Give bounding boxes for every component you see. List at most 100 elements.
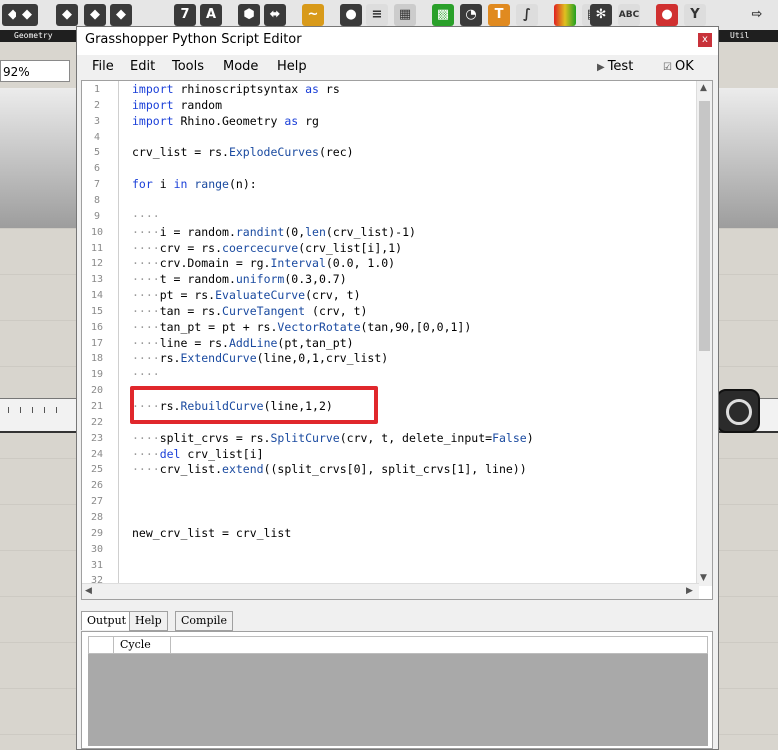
line-number: 22 [90, 416, 104, 428]
menu-edit[interactable]: Edit [130, 59, 155, 74]
check-icon: ☑ [663, 62, 672, 73]
menu-help[interactable]: Help [277, 59, 307, 74]
test-button[interactable]: ▶ Test [597, 59, 633, 74]
component-icon[interactable]: ● [656, 4, 678, 26]
menu-tools[interactable]: Tools [172, 59, 204, 74]
tab-help[interactable]: Help [129, 611, 168, 631]
line-number: 31 [90, 559, 104, 571]
line-number: 3 [93, 115, 101, 127]
arrow-right-icon[interactable]: ⇨ [746, 4, 768, 26]
code-line[interactable]: crv_list = rs.ExplodeCurves(rec) [132, 145, 354, 159]
vertical-scrollbar[interactable]: ▲ ▼ [696, 81, 712, 586]
tab-output[interactable]: Output [81, 611, 133, 630]
clock-icon[interactable]: ◔ [460, 4, 482, 26]
line-number: 23 [90, 432, 104, 444]
line-number: 12 [90, 258, 104, 270]
graph-icon[interactable]: ~ [302, 4, 324, 26]
filter-icon[interactable]: Y [684, 4, 706, 26]
code-line[interactable]: ····crv = rs.coercecurve(crv_list[i],1) [132, 241, 402, 255]
component-icon[interactable]: ✻ [590, 4, 612, 26]
code-line[interactable]: ····tan_pt = pt + rs.VectorRotate(tan,90… [132, 320, 471, 334]
component-icon[interactable]: ◆ [84, 4, 106, 26]
tab-util[interactable]: Util [730, 30, 749, 42]
line-number: 28 [90, 511, 104, 523]
code-line[interactable]: import rhinoscriptsyntax as rs [132, 82, 340, 96]
code-line[interactable]: ····i = random.randint(0,len(crv_list)-1… [132, 225, 416, 239]
zoom-level[interactable]: 92% [0, 60, 70, 82]
component-icon[interactable]: 7 [174, 4, 196, 26]
test-label: Test [607, 59, 634, 74]
line-number: 25 [90, 464, 104, 476]
text-tag-icon[interactable]: ABC [618, 4, 640, 26]
menu-bar: File Edit Tools Mode Help ▶ Test ☑ OK [77, 55, 718, 79]
code-editor[interactable]: 1 2 3 4 5 6 7 8 9 10 11 12 13 14 15 16 17 18 19 20 21 22 23 24 2… [81, 80, 713, 600]
code-line[interactable]: ····rs.ExtendCurve(line,0,1,crv_list) [132, 351, 388, 365]
code-line[interactable]: ···· [132, 367, 160, 381]
output-table-header: Cycle [88, 636, 708, 654]
scroll-left-icon[interactable]: ◀ [85, 586, 92, 596]
code-line[interactable]: ····line = rs.AddLine(pt,tan_pt) [132, 336, 354, 350]
code-line[interactable]: new_crv_list = crv_list [132, 526, 291, 540]
line-number: 18 [90, 353, 104, 365]
component-icon[interactable]: ◆ [56, 4, 78, 26]
close-button[interactable]: x [698, 33, 712, 47]
component-icon[interactable]: A [200, 4, 222, 26]
output-tabs: Output Help Compile [81, 611, 713, 631]
horizontal-scrollbar[interactable]: ◀ ▶ [82, 583, 699, 599]
component-icon[interactable]: ⬢ [238, 4, 260, 26]
code-line[interactable]: ····split_crvs = rs.SplitCurve(crv, t, d… [132, 431, 534, 445]
scroll-down-icon[interactable]: ▼ [700, 573, 707, 583]
code-line[interactable]: ····crv_list.extend((split_crvs[0], spli… [132, 462, 527, 476]
cycle-column-header[interactable]: Cycle [113, 637, 171, 653]
line-number: 29 [90, 527, 104, 539]
line-number: 24 [90, 448, 104, 460]
ok-label: OK [674, 59, 694, 74]
line-number: 10 [90, 226, 104, 238]
code-line[interactable]: ····tan = rs.CurveTangent (crv, t) [132, 304, 367, 318]
line-number: 27 [90, 496, 104, 508]
output-body [88, 654, 708, 746]
component-icon[interactable]: T [488, 4, 510, 26]
line-number-gutter: 1 2 3 4 5 6 7 8 9 10 11 12 13 14 15 16 17 18 19 20 21 22 23 24 2… [82, 81, 119, 599]
component-icon[interactable]: ⬌ [264, 4, 286, 26]
line-number: 9 [93, 210, 101, 222]
line-number: 21 [90, 401, 104, 412]
component-icon[interactable]: ◆ [110, 4, 132, 26]
component-icon[interactable]: ▦ [394, 4, 416, 26]
code-line[interactable]: ····del crv_list[i] [132, 447, 264, 461]
tab-compile[interactable]: Compile [175, 611, 234, 631]
code-line[interactable]: for i in range(n): [132, 177, 257, 191]
line-number: 30 [90, 543, 104, 555]
menu-mode[interactable]: Mode [223, 59, 258, 74]
line-number: 16 [90, 321, 104, 333]
component-icon[interactable]: ● [340, 4, 362, 26]
line-number: 14 [90, 290, 104, 302]
code-line[interactable]: ····t = random.uniform(0.3,0.7) [132, 272, 347, 286]
line-number: 2 [93, 99, 101, 111]
line-number: 1 [93, 84, 101, 95]
scroll-right-icon[interactable]: ▶ [686, 586, 693, 596]
tab-geometry[interactable]: Geometry [14, 30, 53, 42]
component-icon[interactable]: ▩ [432, 4, 454, 26]
menu-file[interactable]: File [92, 59, 114, 74]
code-line[interactable]: ····crv.Domain = rg.Interval(0.0, 1.0) [132, 256, 395, 270]
code-line[interactable]: ····pt = rs.EvaluateCurve(crv, t) [132, 288, 361, 302]
scroll-thumb[interactable] [699, 101, 710, 351]
scroll-up-icon[interactable]: ▲ [700, 83, 707, 93]
component-icon[interactable]: ◆ [16, 4, 38, 26]
title-bar[interactable]: Grasshopper Python Script Editor x [77, 27, 718, 55]
ok-button[interactable]: ☑ OK [663, 59, 694, 74]
line-number: 6 [93, 163, 101, 175]
component-icon[interactable]: ≡ [366, 4, 388, 26]
window-title: Grasshopper Python Script Editor [85, 32, 302, 47]
play-icon: ▶ [597, 62, 605, 73]
gradient-icon[interactable] [554, 4, 576, 26]
line-number: 8 [93, 194, 101, 206]
code-line[interactable]: import random [132, 98, 222, 112]
component-knob-icon[interactable] [716, 389, 760, 433]
code-line[interactable]: ···· [132, 209, 160, 223]
line-number: 17 [90, 337, 104, 349]
output-panel: Cycle [81, 631, 713, 749]
component-icon[interactable]: ∫ [516, 4, 538, 26]
code-line[interactable]: import Rhino.Geometry as rg [132, 114, 319, 128]
